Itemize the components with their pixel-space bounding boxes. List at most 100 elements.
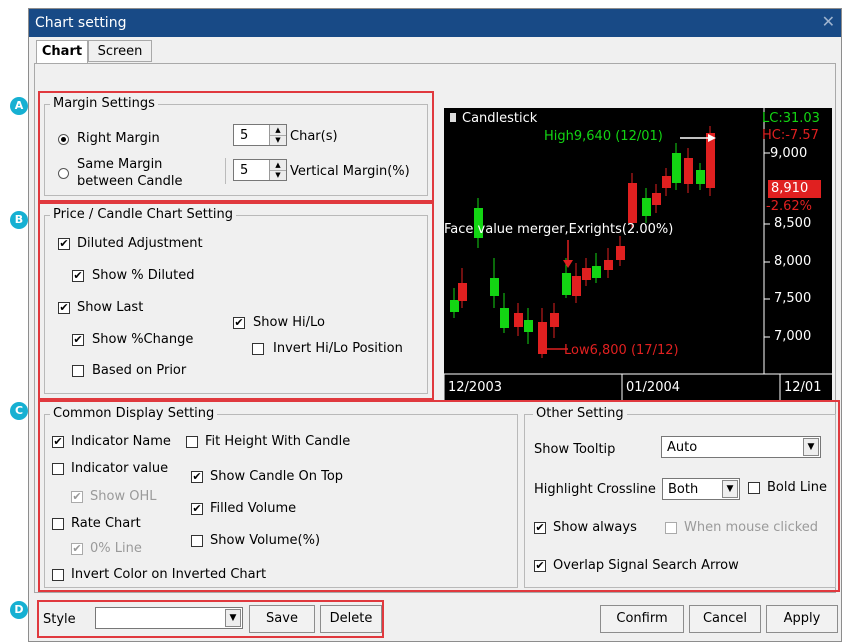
chevron-down-icon[interactable]: ▼ bbox=[722, 480, 738, 498]
candle-body bbox=[500, 308, 509, 328]
indicator-name-label: Indicator Name bbox=[71, 434, 171, 449]
margin-settings-title: Margin Settings bbox=[50, 96, 158, 111]
candle-body bbox=[684, 158, 693, 184]
candle-body bbox=[562, 273, 571, 295]
chart-title: Candlestick bbox=[462, 111, 538, 126]
tab-chart-label: Chart bbox=[41, 44, 83, 59]
badge-b: B bbox=[10, 211, 28, 229]
dialog-title: Chart setting bbox=[35, 15, 127, 31]
fit-height-label: Fit Height With Candle bbox=[205, 434, 351, 449]
candle-body bbox=[582, 268, 591, 280]
diluted-adjustment-checkbox[interactable]: ✔ bbox=[58, 238, 70, 250]
chevron-down-icon[interactable]: ▼ bbox=[225, 609, 241, 627]
candle-body bbox=[514, 313, 523, 327]
indicator-value-label: Indicator value bbox=[71, 461, 169, 476]
bold-line-label: Bold Line bbox=[767, 480, 827, 495]
pct-change-label: -2.62% bbox=[766, 199, 812, 214]
chart-title-icon bbox=[450, 113, 456, 122]
when-mouse-clicked-checkbox bbox=[665, 522, 677, 534]
vertical-margin-spinner[interactable]: 5 ▲ ▼ bbox=[233, 159, 287, 181]
zero-line-label: 0% Line bbox=[90, 541, 142, 556]
delete-style-button[interactable]: Delete bbox=[320, 605, 382, 633]
crossline-value: Both bbox=[668, 482, 699, 497]
low-label: Low6,800 (17/12) bbox=[564, 343, 679, 358]
show-always-label: Show always bbox=[553, 520, 637, 535]
tab-screen-label: Screen bbox=[97, 44, 143, 59]
same-margin-label-2: between Candle bbox=[77, 174, 183, 189]
show-pct-change-label: Show %Change bbox=[92, 332, 194, 347]
candle-body bbox=[450, 300, 459, 312]
close-icon[interactable]: ✕ bbox=[822, 12, 835, 31]
save-style-button[interactable]: Save bbox=[249, 605, 315, 633]
show-last-label: Show Last bbox=[77, 300, 144, 315]
hc-label: HC:-7.57 bbox=[762, 128, 819, 143]
based-on-prior-checkbox[interactable] bbox=[72, 365, 84, 377]
other-setting-title: Other Setting bbox=[533, 406, 627, 421]
event-arrow-head bbox=[563, 260, 573, 268]
bold-line-checkbox[interactable] bbox=[748, 482, 760, 494]
candle-body bbox=[592, 266, 601, 278]
filled-volume-label: Filled Volume bbox=[210, 501, 297, 516]
overlap-signal-label: Overlap Signal Search Arrow bbox=[553, 558, 739, 573]
tooltip-select[interactable]: Auto ▼ bbox=[661, 436, 821, 458]
invert-hilo-label: Invert Hi/Lo Position bbox=[273, 341, 403, 356]
tab-chart[interactable]: Chart bbox=[36, 40, 88, 64]
common-display-title: Common Display Setting bbox=[50, 406, 218, 421]
show-pct-diluted-checkbox[interactable]: ✔ bbox=[72, 270, 84, 282]
show-always-checkbox[interactable]: ✔ bbox=[534, 522, 546, 534]
overlap-signal-checkbox[interactable]: ✔ bbox=[534, 560, 546, 572]
right-margin-spinner[interactable]: 5 ▲ ▼ bbox=[233, 124, 287, 146]
show-hilo-label: Show Hi/Lo bbox=[253, 315, 325, 330]
confirm-button[interactable]: Confirm bbox=[600, 605, 684, 633]
y-tick-9000: 9,000 bbox=[770, 146, 808, 161]
candle-body bbox=[572, 276, 581, 296]
spinner-buttons: ▲ ▼ bbox=[269, 125, 286, 145]
crossline-select[interactable]: Both ▼ bbox=[662, 478, 740, 500]
badge-a: A bbox=[10, 97, 28, 115]
y-tick-7000: 7,000 bbox=[774, 329, 812, 344]
same-margin-label-1: Same Margin bbox=[77, 157, 163, 172]
fit-height-checkbox[interactable] bbox=[186, 436, 198, 448]
show-candle-top-label: Show Candle On Top bbox=[210, 469, 344, 484]
y-tick-8000: 8,000 bbox=[774, 254, 812, 269]
show-pct-change-checkbox[interactable]: ✔ bbox=[72, 334, 84, 346]
candlestick-preview: Candlestick High9,640 (12/01) Face value… bbox=[444, 108, 832, 400]
y-tick-8500: 8,500 bbox=[774, 216, 812, 231]
rate-chart-checkbox[interactable] bbox=[52, 518, 64, 530]
vertical-margin-value: 5 bbox=[240, 163, 249, 178]
style-select[interactable]: ▼ bbox=[95, 607, 243, 629]
indicator-name-checkbox[interactable]: ✔ bbox=[52, 436, 64, 448]
spin-down-icon[interactable]: ▼ bbox=[270, 170, 286, 180]
price-candle-title: Price / Candle Chart Setting bbox=[50, 207, 237, 222]
show-volume-pct-checkbox[interactable] bbox=[191, 535, 203, 547]
show-hilo-checkbox[interactable]: ✔ bbox=[233, 317, 245, 329]
style-label: Style bbox=[43, 612, 76, 627]
x-tick-3: 12/01 bbox=[784, 380, 822, 395]
candle-body bbox=[458, 283, 467, 301]
filled-volume-checkbox[interactable]: ✔ bbox=[191, 503, 203, 515]
right-margin-radio[interactable] bbox=[58, 134, 69, 145]
invert-color-checkbox[interactable] bbox=[52, 569, 64, 581]
candle-body bbox=[628, 183, 637, 223]
cancel-button[interactable]: Cancel bbox=[689, 605, 761, 633]
show-candle-top-checkbox[interactable]: ✔ bbox=[191, 471, 203, 483]
candle-body bbox=[604, 260, 613, 270]
title-bar: Chart setting ✕ bbox=[29, 9, 841, 37]
invert-hilo-checkbox[interactable] bbox=[252, 343, 264, 355]
candle-body bbox=[490, 278, 499, 296]
show-last-checkbox[interactable]: ✔ bbox=[58, 302, 70, 314]
spin-down-icon[interactable]: ▼ bbox=[270, 135, 286, 145]
lc-label: LC:31.03 bbox=[762, 111, 820, 126]
event-label: Face value merger,Exrights(2.00%) bbox=[444, 222, 674, 237]
apply-button[interactable]: Apply bbox=[766, 605, 838, 633]
same-margin-radio[interactable] bbox=[58, 168, 69, 179]
badge-c: C bbox=[10, 402, 28, 420]
chevron-down-icon[interactable]: ▼ bbox=[803, 438, 819, 456]
indicator-value-checkbox[interactable] bbox=[52, 463, 64, 475]
tab-screen[interactable]: Screen bbox=[88, 40, 152, 62]
right-margin-label: Right Margin bbox=[77, 131, 160, 146]
high-label: High9,640 (12/01) bbox=[544, 129, 663, 144]
candle-body bbox=[672, 153, 681, 183]
candle-body bbox=[696, 170, 705, 184]
badge-d: D bbox=[10, 601, 28, 619]
